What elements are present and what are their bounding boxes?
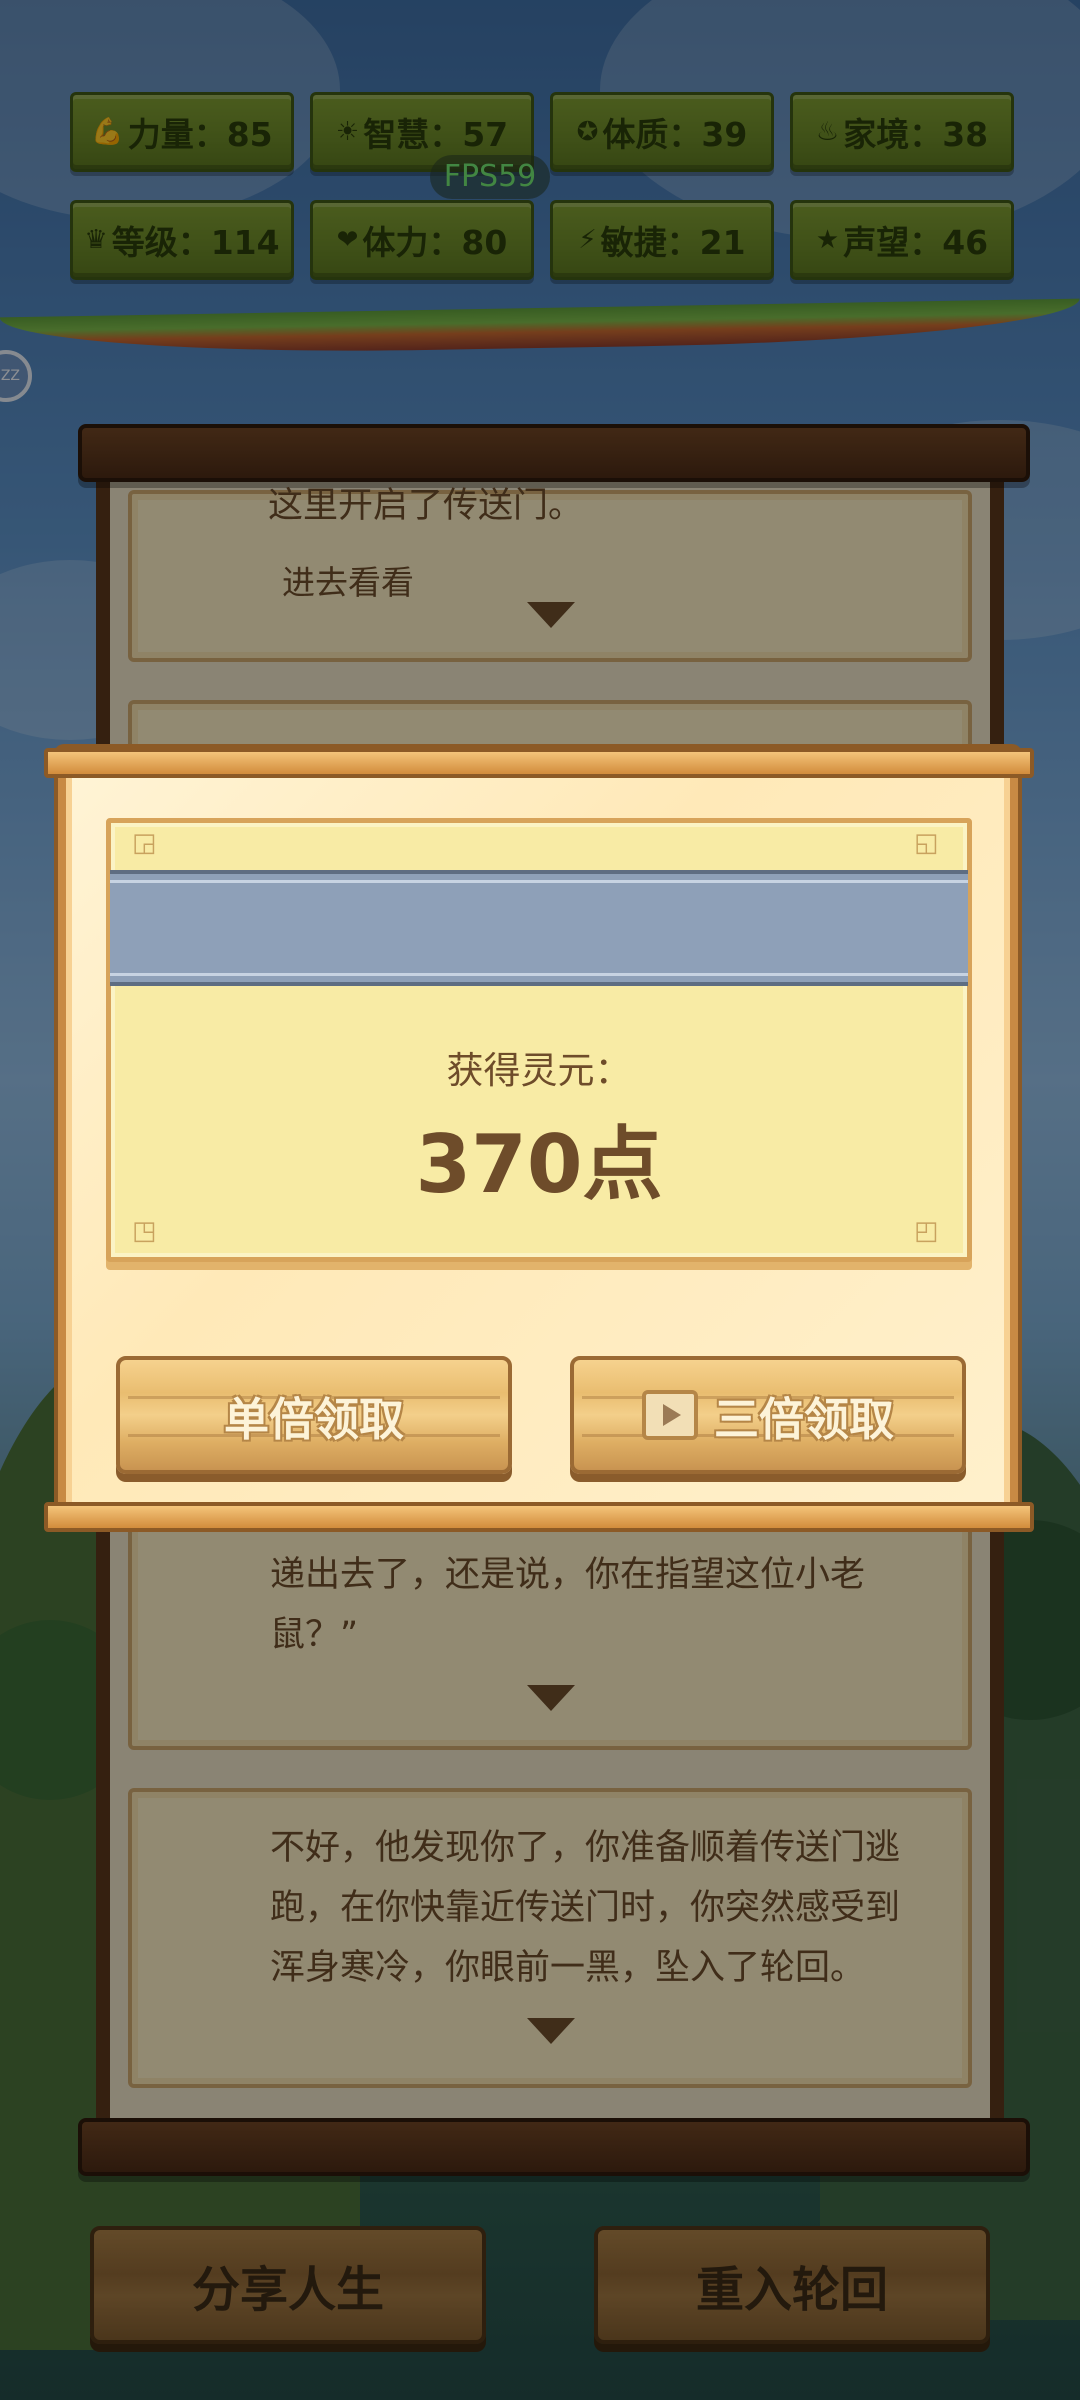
dialog-bottom-trim (44, 1502, 1034, 1532)
reward-value: 370点 (415, 1118, 663, 1211)
single-claim-button[interactable]: 单倍领取 (116, 1356, 512, 1474)
dialog-top-trim (44, 748, 1034, 778)
triple-claim-button[interactable]: 三倍领取 (570, 1356, 966, 1474)
triple-claim-label: 三倍领取 (713, 1392, 894, 1446)
corner-ornament-icon: ◳ (132, 1216, 157, 1246)
ad-banner[interactable] (110, 870, 968, 986)
corner-ornament-icon: ◰ (914, 1216, 939, 1246)
corner-ornament-icon: ◲ (132, 828, 157, 858)
single-claim-label: 单倍领取 (223, 1392, 404, 1446)
reward-label: 获得灵元： (446, 1049, 632, 1092)
video-play-icon (641, 1390, 698, 1440)
corner-ornament-icon: ◱ (914, 828, 939, 858)
